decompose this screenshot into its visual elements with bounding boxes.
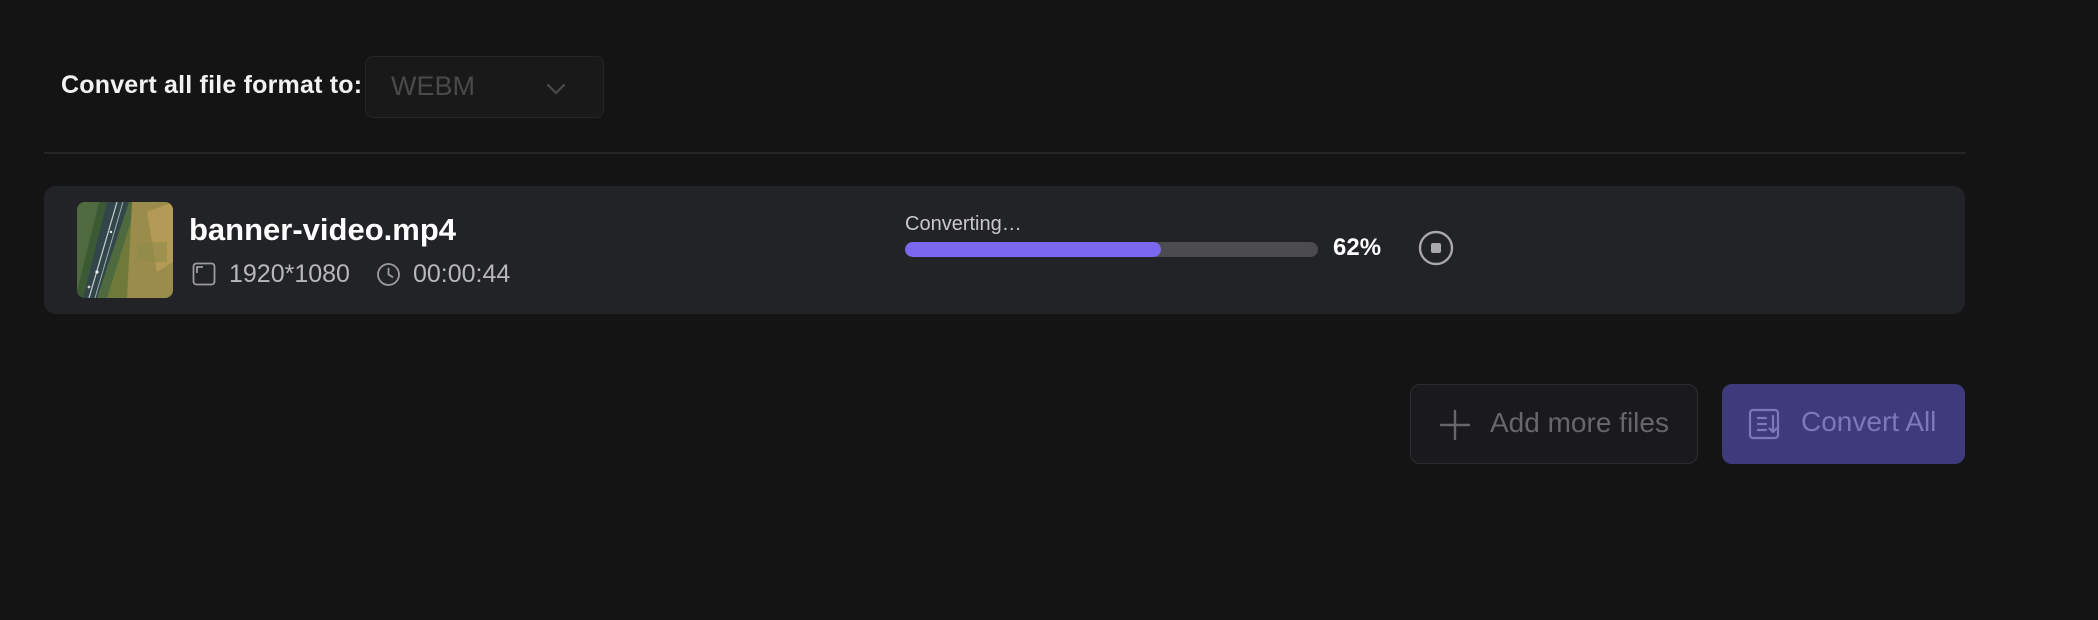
convert-all-label: Convert All <box>1801 406 1937 437</box>
plus-icon <box>1439 409 1471 441</box>
convert-list-icon <box>1748 408 1780 440</box>
format-select-value: WEBM <box>391 71 475 101</box>
stop-circle-icon[interactable] <box>1418 230 1454 266</box>
format-select[interactable]: WEBM <box>365 56 604 118</box>
add-more-files-label: Add more files <box>1490 407 1669 438</box>
file-duration: 00:00:44 <box>413 260 511 288</box>
file-row: banner-video.mp4 1920*1080 00:00:44 Conv… <box>44 186 1965 314</box>
file-resolution: 1920*1080 <box>229 260 350 288</box>
divider <box>44 152 1966 154</box>
progress-bar <box>905 242 1318 257</box>
add-more-files-button[interactable]: Add more files <box>1410 384 1698 464</box>
chevron-down-icon <box>546 83 566 95</box>
format-label: Convert all file format to: <box>61 71 363 99</box>
progress-percent: 62% <box>1333 234 1382 261</box>
progress-fill <box>905 242 1162 257</box>
video-thumbnail <box>77 202 173 298</box>
file-name: banner-video.mp4 <box>189 212 456 247</box>
conversion-status: Converting… <box>905 213 1022 235</box>
resolution-frame-icon <box>192 262 216 286</box>
clock-icon <box>377 263 400 286</box>
convert-all-button[interactable]: Convert All <box>1722 384 1965 464</box>
converter-page: Convert all file format to: WEBM banner-… <box>0 0 2098 620</box>
